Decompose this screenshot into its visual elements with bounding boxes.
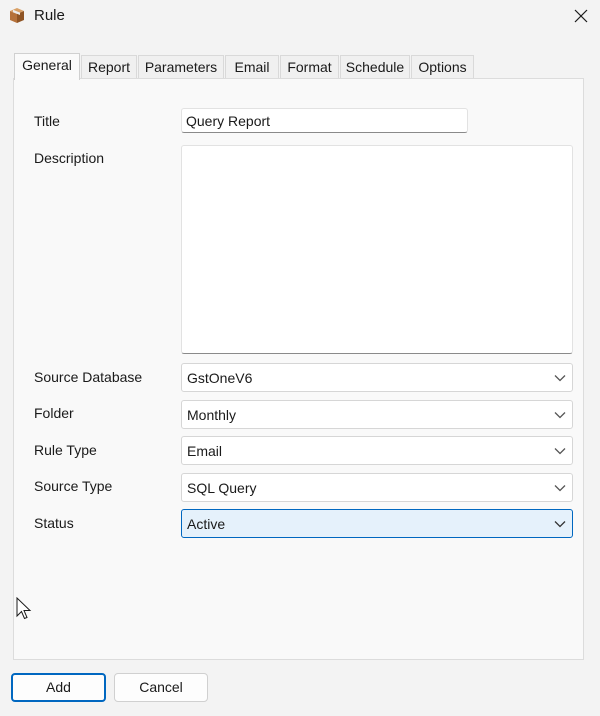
tab-options[interactable]: Options (411, 55, 474, 79)
tab-parameters[interactable]: Parameters (138, 55, 224, 79)
chevron-down-icon (554, 521, 566, 528)
package-icon (8, 6, 26, 24)
folder-value: Monthly (187, 407, 237, 423)
source-database-value: GstOneV6 (187, 370, 253, 386)
rule-type-label: Rule Type (34, 442, 97, 458)
title-input[interactable]: Query Report (181, 108, 468, 133)
tab-schedule[interactable]: Schedule (340, 55, 410, 79)
close-icon (574, 9, 588, 23)
rule-dialog: Rule General Report Parameters Email For… (0, 0, 600, 716)
tab-email[interactable]: Email (225, 55, 279, 79)
close-button[interactable] (562, 2, 600, 30)
status-value: Active (187, 516, 226, 532)
folder-label: Folder (34, 405, 74, 421)
status-label: Status (34, 515, 74, 531)
chevron-down-icon (554, 412, 566, 419)
description-label: Description (34, 150, 105, 166)
add-button[interactable]: Add (11, 673, 106, 702)
source-database-label: Source Database (34, 369, 143, 385)
title-label: Title (34, 113, 60, 129)
cancel-button[interactable]: Cancel (114, 673, 208, 702)
tab-format[interactable]: Format (280, 55, 339, 79)
tab-general[interactable]: General (14, 53, 80, 80)
source-type-select[interactable]: SQL Query (181, 473, 573, 502)
mouse-cursor-icon (16, 597, 32, 620)
source-type-value: SQL Query (187, 480, 257, 496)
status-select[interactable]: Active (181, 509, 573, 538)
folder-select[interactable]: Monthly (181, 400, 573, 429)
description-textarea[interactable] (181, 145, 573, 354)
chevron-down-icon (554, 375, 566, 382)
tab-report[interactable]: Report (81, 55, 137, 79)
rule-type-select[interactable]: Email (181, 436, 573, 465)
chevron-down-icon (554, 448, 566, 455)
chevron-down-icon (554, 485, 566, 492)
window-title: Rule (34, 7, 65, 24)
title-bar: Rule (0, 0, 600, 32)
general-tab-panel: Title Query Report Description Source Da… (13, 78, 584, 660)
source-type-label: Source Type (34, 478, 113, 494)
source-database-select[interactable]: GstOneV6 (181, 363, 573, 392)
rule-type-value: Email (187, 443, 223, 459)
